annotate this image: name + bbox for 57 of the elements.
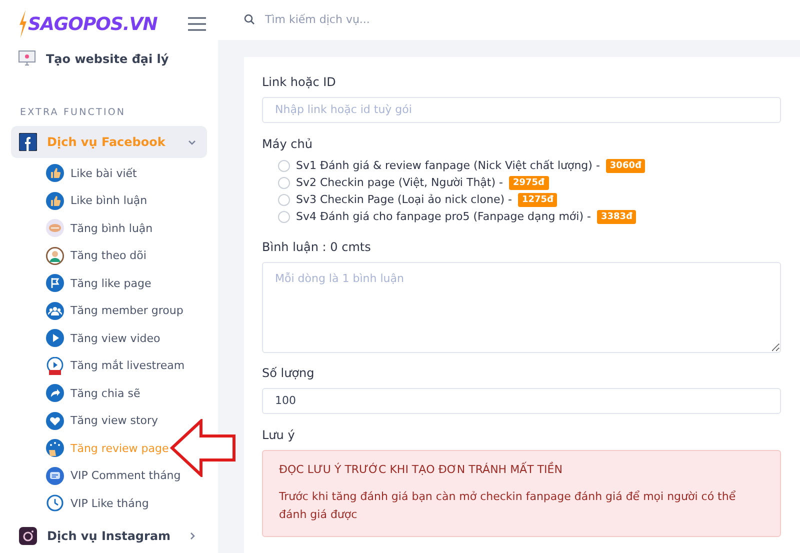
brand-logo[interactable]: SAGOPOS.VN [28, 14, 158, 34]
alert-title: ĐỌC LƯU Ý TRƯỚC KHI TẠO ĐƠN TRÁNH MẤT TIỀN [279, 462, 564, 476]
radio-button[interactable] [278, 210, 290, 223]
price-badge: 3383đ [596, 210, 636, 224]
clock-icon [46, 494, 64, 512]
thumbs-up-icon [46, 164, 64, 182]
search-icon [244, 14, 255, 26]
speech-bubble-icon [46, 219, 64, 237]
sidebar-item[interactable]: Tạo website đại lý [0, 48, 218, 69]
sidebar-subitem[interactable]: Tăng member group [46, 302, 184, 320]
sidebar-subitem[interactable]: VIP Like tháng [46, 494, 149, 512]
sidebar-subitem[interactable]: Tăng view video [46, 329, 160, 347]
stars-hand-icon [46, 439, 64, 457]
option-label[interactable]: Sv2 Checkin page (Việt, Người Thật) - [296, 176, 503, 190]
sidebar-group[interactable]: Dịch vụ Instagram [11, 520, 207, 552]
section-title: EXTRA FUNCTION [19, 107, 127, 118]
sidebar-subitem[interactable]: Like bình luận [46, 192, 148, 210]
instagram-icon [19, 527, 37, 545]
thumbs-up-icon [46, 192, 64, 210]
share-icon [46, 384, 64, 402]
price-badge: 1275đ [518, 192, 558, 207]
monitor-icon [18, 50, 36, 67]
live-video-icon [46, 356, 64, 374]
field-label: Bình luận : 0 cmts [262, 240, 372, 254]
person-icon [46, 246, 64, 264]
option-label[interactable]: Sv1 Đánh giá & review fanpage (Nick Việt chất lượng) - [296, 159, 600, 172]
field-label: Link hoặc ID [262, 74, 337, 89]
radio-button[interactable] [278, 194, 290, 206]
group-icon [46, 302, 64, 320]
radio-button[interactable] [278, 160, 290, 172]
radio-button[interactable] [278, 176, 290, 189]
quantity-input[interactable]: 100 [262, 388, 781, 414]
sidebar-subitem[interactable]: VIP Comment tháng [46, 466, 181, 484]
link-input[interactable]: Nhập link hoặc id tuỳ gói [262, 96, 781, 123]
sidebar-subitem[interactable]: Tăng mắt livestream [46, 356, 185, 374]
field-label: Số lượng [262, 366, 316, 380]
option-label[interactable]: Sv4 Đánh giá cho fanpage pro5 (Fanpage dạng mới) - [296, 210, 591, 224]
sidebar-subitem[interactable]: Tăng like page [46, 274, 152, 292]
play-icon [46, 329, 64, 347]
chat-icon [46, 466, 64, 484]
alert-text: Trước khi tăng đánh giá bạn càn mở checkin fanpage đánh giá để mọi người có thể đánh giá được [279, 488, 737, 523]
sidebar-subitem[interactable]: Tăng view story [46, 412, 158, 430]
option-label[interactable]: Sv3 Checkin Page (Loại ảo nick clone) - [296, 193, 512, 206]
sidebar-subitem[interactable]: Tăng bình luận [46, 219, 153, 237]
sidebar-subitem[interactable]: Tăng chia sẽ [46, 384, 140, 402]
sidebar-subitem[interactable]: Like bài viết [46, 164, 137, 182]
comments-textarea[interactable]: Mỗi dòng là 1 bình luận [262, 262, 781, 353]
field-label: Lưu ý [262, 428, 296, 442]
facebook-icon [19, 133, 37, 151]
price-badge: 3060đ [606, 158, 646, 173]
flag-icon [46, 274, 64, 292]
lightning-bolt-icon [18, 10, 28, 38]
sidebar-subitem[interactable]: Tăng theo dõi [46, 246, 146, 264]
price-badge: 2975đ [509, 176, 548, 190]
search-field[interactable]: Tìm kiếm dịch vụ... [265, 13, 565, 26]
menu-icon[interactable] [188, 17, 206, 31]
field-label: Máy chủ [262, 136, 314, 151]
